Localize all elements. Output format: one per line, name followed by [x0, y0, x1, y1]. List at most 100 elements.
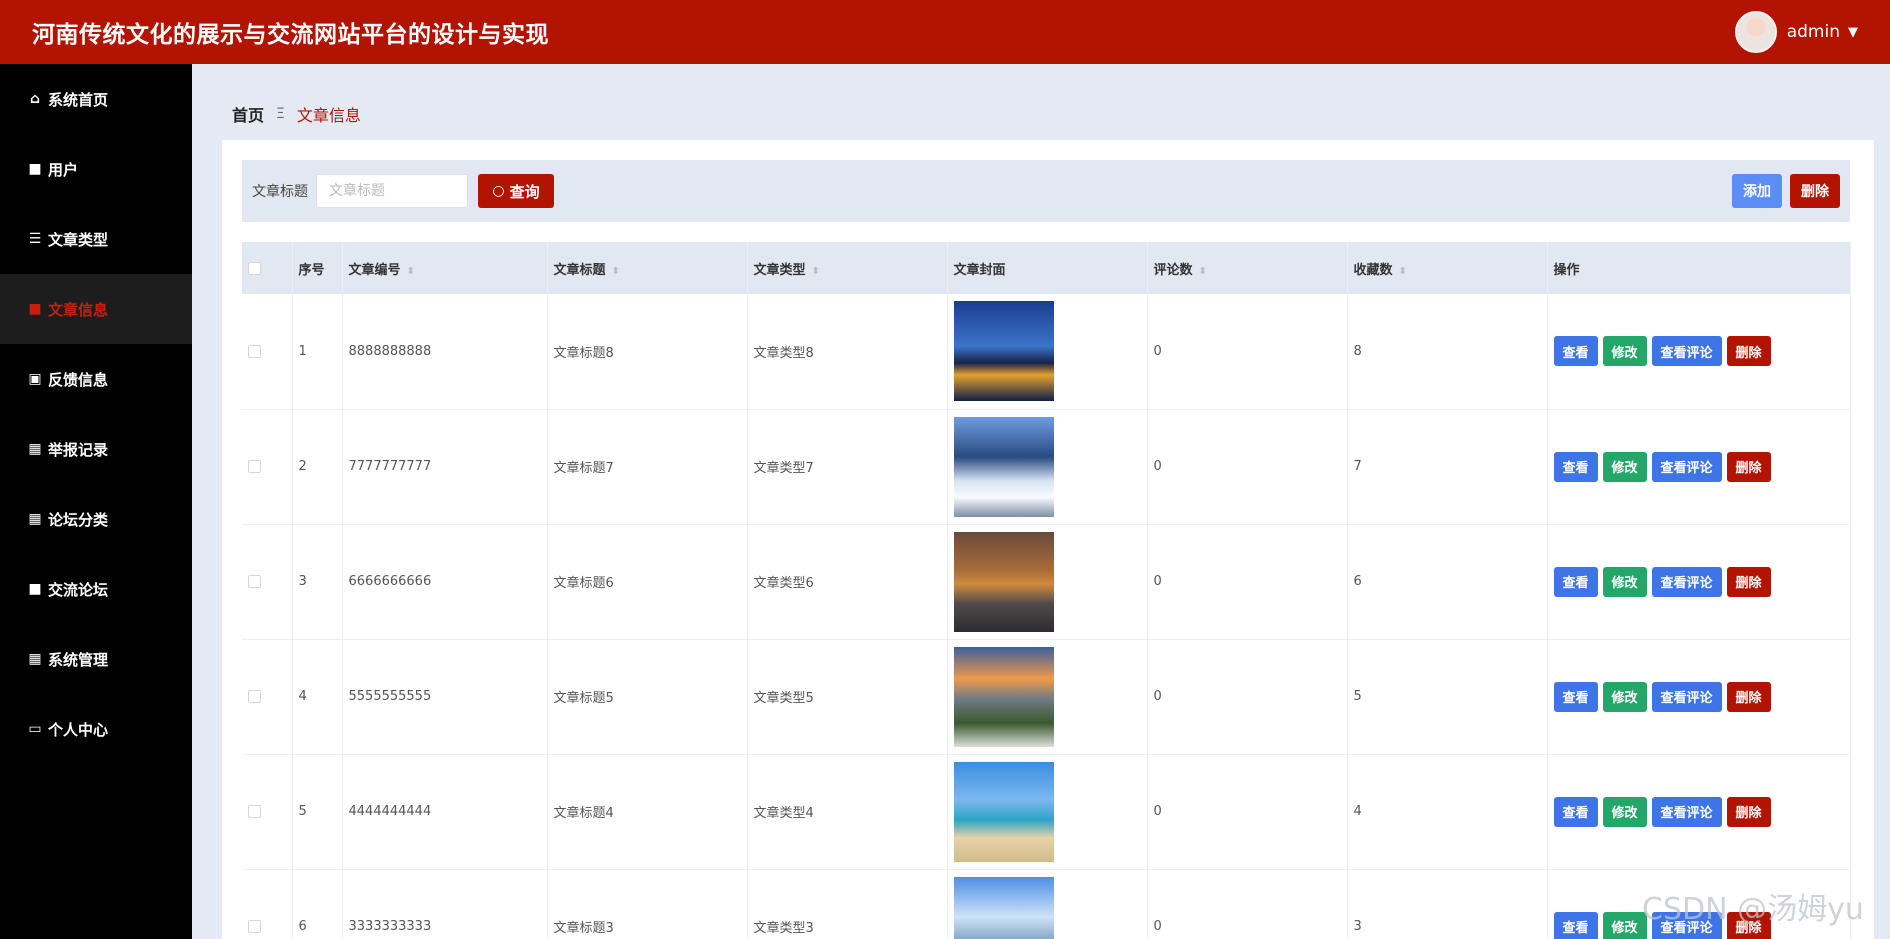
edit-button[interactable]: 修改 — [1602, 911, 1647, 939]
cell-code: 7777777777 — [342, 409, 548, 525]
cell-favorites: 8 — [1347, 294, 1548, 410]
header-type[interactable]: 文章类型 ⬍ — [747, 242, 948, 294]
row-checkbox[interactable] — [248, 460, 261, 473]
cell-cover — [947, 524, 1148, 640]
header-title[interactable]: 文章标题 ⬍ — [547, 242, 748, 294]
view-button[interactable]: 查看 — [1553, 566, 1598, 597]
view-button[interactable]: 查看 — [1553, 681, 1598, 712]
sidebar-item-4[interactable]: ▣ 反馈信息 — [0, 344, 192, 414]
sidebar-item-5[interactable]: ▦ 举报记录 — [0, 414, 192, 484]
cell-type: 文章类型7 — [747, 409, 948, 525]
row-checkbox[interactable] — [248, 805, 261, 818]
edit-button[interactable]: 修改 — [1602, 566, 1647, 597]
cell-code: 3333333333 — [342, 869, 548, 939]
view-comments-button[interactable]: 查看评论 — [1651, 566, 1722, 597]
sidebar-item-9[interactable]: ▭ 个人中心 — [0, 694, 192, 764]
cell-favorites: 3 — [1347, 869, 1548, 939]
sort-icon[interactable]: ⬍ — [612, 266, 620, 277]
avatar[interactable] — [1734, 11, 1777, 53]
view-comments-button[interactable]: 查看评论 — [1651, 451, 1722, 482]
cell-code: 8888888888 — [342, 294, 548, 410]
title-search-input[interactable] — [316, 174, 468, 208]
row-checkbox[interactable] — [248, 690, 261, 703]
cell-type: 文章类型8 — [747, 294, 948, 410]
cover-image[interactable] — [953, 646, 1054, 747]
cell-index: 4 — [292, 639, 343, 755]
edit-button[interactable]: 修改 — [1602, 336, 1647, 367]
sidebar-item-label: 系统首页 — [48, 90, 109, 109]
chevron-down-icon[interactable]: ▼ — [1848, 25, 1858, 40]
sidebar-item-label: 文章类型 — [48, 230, 109, 249]
app-title: 河南传统文化的展示与交流网站平台的设计与实现 — [32, 22, 549, 48]
batch-delete-button[interactable]: 删除 — [1790, 174, 1840, 208]
cover-image[interactable] — [953, 761, 1054, 862]
delete-button[interactable]: 删除 — [1726, 796, 1771, 827]
sidebar-item-7[interactable]: ■ 交流论坛 — [0, 554, 192, 624]
cell-actions: 查看 修改 查看评论 删除 — [1547, 639, 1851, 755]
edit-button[interactable]: 修改 — [1602, 451, 1647, 482]
header-comments[interactable]: 评论数 ⬍ — [1147, 242, 1348, 294]
delete-button[interactable]: 删除 — [1726, 336, 1771, 367]
sort-icon[interactable]: ⬍ — [1199, 266, 1207, 277]
sidebar-item-1[interactable]: ■ 用户 — [0, 134, 192, 204]
add-button[interactable]: 添加 — [1732, 174, 1782, 208]
delete-button[interactable]: 删除 — [1726, 566, 1771, 597]
header-cover: 文章封面 — [947, 242, 1148, 294]
delete-button[interactable]: 删除 — [1726, 451, 1771, 482]
sidebar-item-label: 交流论坛 — [48, 580, 109, 599]
comment-icon: ■ — [28, 581, 42, 597]
table-row: 6 3333333333 文章标题3 文章类型3 0 3 查看 修改 查看评论 删除 — [242, 869, 1851, 939]
cover-image[interactable] — [953, 531, 1054, 632]
row-select-cell — [242, 754, 293, 870]
cell-type: 文章类型6 — [747, 524, 948, 640]
row-checkbox[interactable] — [248, 920, 261, 933]
cell-actions: 查看 修改 查看评论 删除 — [1547, 294, 1851, 410]
row-checkbox[interactable] — [248, 344, 261, 358]
cell-type: 文章类型3 — [747, 869, 948, 939]
username[interactable]: admin — [1787, 22, 1840, 42]
view-button[interactable]: 查看 — [1553, 911, 1598, 939]
breadcrumb: 首页 Ξ 文章信息 — [232, 102, 361, 126]
cover-image[interactable] — [953, 876, 1054, 939]
view-comments-button[interactable]: 查看评论 — [1651, 796, 1722, 827]
select-all-checkbox[interactable] — [248, 261, 261, 275]
view-comments-button[interactable]: 查看评论 — [1651, 336, 1722, 367]
search-button[interactable]: ○ 查询 — [478, 174, 554, 208]
sort-icon[interactable]: ⬍ — [407, 266, 415, 277]
select-all-cell — [242, 242, 293, 294]
header-code[interactable]: 文章编号 ⬍ — [342, 242, 548, 294]
header-comments-label: 评论数 — [1153, 262, 1193, 278]
view-button[interactable]: 查看 — [1553, 796, 1598, 827]
view-button[interactable]: 查看 — [1553, 451, 1598, 482]
sidebar-item-0[interactable]: ⌂ 系统首页 — [0, 64, 192, 134]
delete-button[interactable]: 删除 — [1726, 681, 1771, 712]
sort-icon[interactable]: ⬍ — [812, 266, 820, 277]
cell-index: 1 — [292, 294, 343, 410]
table-row: 4 5555555555 文章标题5 文章类型5 0 5 查看 修改 查看评论 删除 — [242, 639, 1851, 755]
filter-label: 文章标题 — [252, 184, 308, 200]
breadcrumb-home[interactable]: 首页 — [232, 102, 264, 126]
header-title-label: 文章标题 — [553, 262, 606, 278]
row-checkbox[interactable] — [248, 575, 261, 588]
cover-image[interactable] — [953, 301, 1054, 402]
view-comments-button[interactable]: 查看评论 — [1651, 681, 1722, 712]
sidebar-item-8[interactable]: ▦ 系统管理 — [0, 624, 192, 694]
sidebar-item-6[interactable]: ▦ 论坛分类 — [0, 484, 192, 554]
view-button[interactable]: 查看 — [1553, 336, 1598, 367]
cell-code: 4444444444 — [342, 754, 548, 870]
edit-button[interactable]: 修改 — [1602, 796, 1647, 827]
edit-button[interactable]: 修改 — [1602, 681, 1647, 712]
cover-image[interactable] — [953, 416, 1054, 517]
user-menu[interactable]: admin ▼ — [1734, 11, 1858, 53]
cell-cover — [947, 754, 1148, 870]
cell-comments: 0 — [1147, 409, 1348, 525]
row-select-cell — [242, 869, 293, 939]
sort-icon[interactable]: ⬍ — [1399, 266, 1407, 277]
row-select-cell — [242, 639, 293, 755]
sidebar-item-3[interactable]: ■ 文章信息 — [0, 274, 192, 344]
sidebar-item-2[interactable]: ☰ 文章类型 — [0, 204, 192, 274]
cell-actions: 查看 修改 查看评论 删除 — [1547, 524, 1851, 640]
row-select-cell — [242, 294, 293, 410]
header-favorites[interactable]: 收藏数 ⬍ — [1347, 242, 1548, 294]
sidebar-item-label: 反馈信息 — [48, 370, 109, 389]
